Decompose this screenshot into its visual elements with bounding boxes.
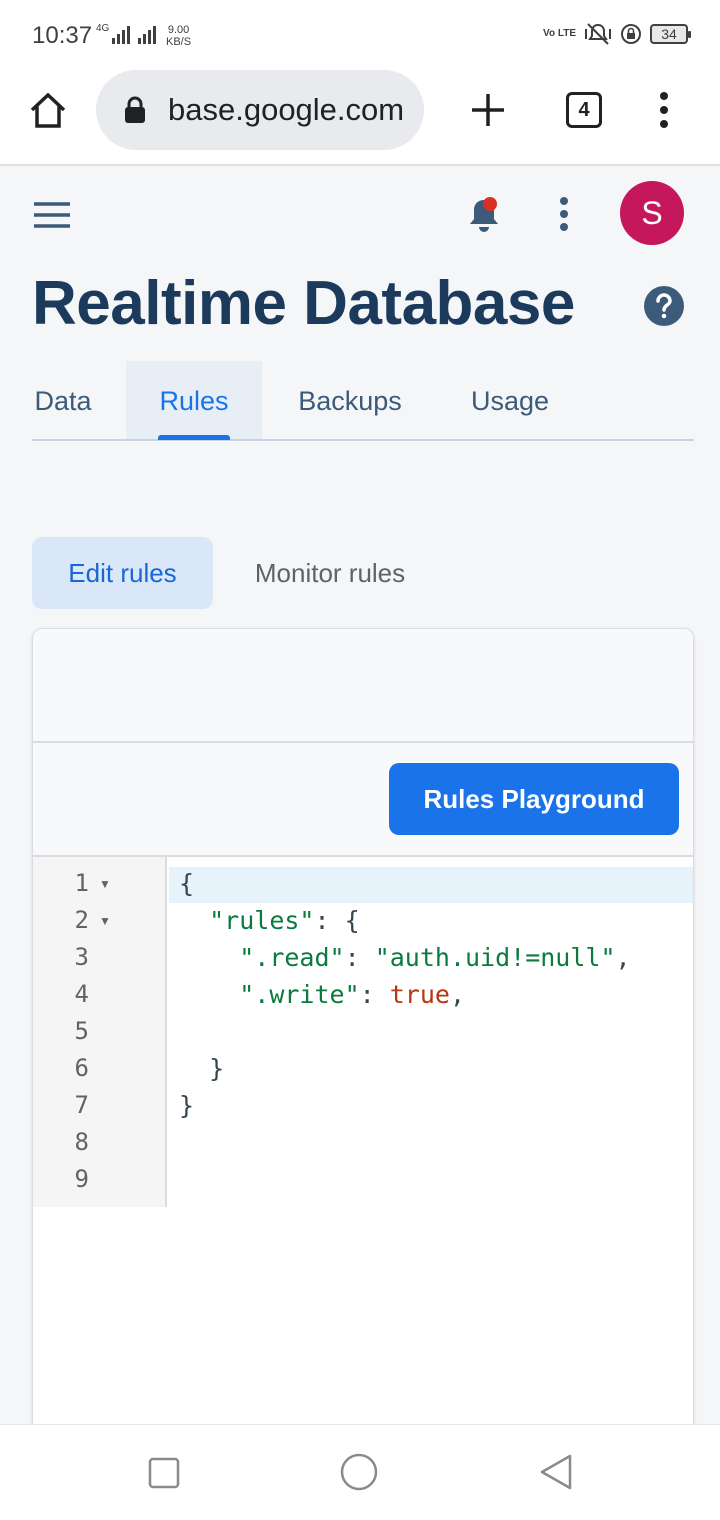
code-token: } [209, 1054, 225, 1083]
status-right: Vo LTE 34 [543, 22, 691, 46]
editor-toolbar: Rules Playground [33, 743, 693, 857]
code-editor[interactable]: { "rules": { ".read": "auth.uid!=null", … [169, 857, 693, 1207]
network-type: 4G [96, 23, 110, 34]
status-time: 10:37 [32, 22, 93, 49]
nav-home-icon[interactable] [340, 1453, 378, 1491]
database-tabs: Data Rules Backups Usage [32, 361, 694, 441]
battery-icon: 34 [650, 24, 691, 44]
recent-apps-icon[interactable] [148, 1457, 180, 1489]
tab-data[interactable]: Data [32, 361, 94, 439]
line-number: 3 [74, 943, 89, 971]
line-number: 7 [74, 1091, 89, 1119]
line-number: 9 [74, 1165, 89, 1193]
tab-backups[interactable]: Backups [294, 361, 406, 439]
code-token: , [615, 943, 631, 972]
code-token: true [389, 980, 450, 1009]
active-tab-indicator [158, 435, 230, 440]
line-number: 6 [74, 1054, 89, 1082]
code-token: "rules" [209, 906, 315, 935]
rules-playground-button[interactable]: Rules Playground [389, 763, 679, 835]
android-nav-bar [0, 1424, 720, 1520]
fold-arrow-icon[interactable]: ▼ [99, 877, 111, 891]
hamburger-menu-icon[interactable] [34, 202, 70, 228]
rules-editor-card: Rules Playground 1 ▼ 2 ▼ 3 4 5 6 7 8 9 {… [32, 628, 694, 1468]
new-tab-icon[interactable] [468, 90, 508, 130]
code-line-2: "rules": { [179, 906, 360, 935]
back-icon[interactable] [536, 1453, 574, 1491]
code-token: ".read" [239, 943, 345, 972]
code-line-1: { [179, 869, 194, 898]
code-token: ".write" [239, 980, 360, 1009]
code-token: : { [314, 906, 360, 935]
code-line-7: } [179, 1091, 194, 1120]
help-icon[interactable] [644, 286, 684, 326]
tab-switcher-button[interactable]: 4 [566, 92, 602, 128]
notifications-bell-icon[interactable] [466, 196, 502, 234]
speed-value: 9.00 [167, 24, 190, 36]
network-speed: 9.00 KB/S [166, 24, 191, 48]
signal-icon-2 [138, 26, 156, 44]
line-number: 1 [74, 869, 89, 897]
volte-icon: Vo LTE [543, 28, 576, 39]
browser-menu-icon[interactable] [650, 90, 678, 130]
url-text: base.google.com [168, 92, 405, 127]
fold-arrow-icon[interactable]: ▼ [99, 914, 111, 928]
home-icon[interactable] [28, 90, 68, 130]
code-token: } [179, 1091, 195, 1120]
more-options-icon[interactable] [552, 196, 576, 232]
browser-toolbar: base.google.com 4 [0, 70, 720, 166]
code-token: { [179, 869, 195, 898]
code-line-3: ".read": "auth.uid!=null", [179, 943, 631, 972]
tab-usage[interactable]: Usage [468, 361, 552, 439]
code-token: , [449, 980, 466, 1009]
code-line-4: ".write": true, [179, 980, 465, 1009]
console-header: S [0, 168, 720, 258]
edit-rules-tab[interactable]: Edit rules [32, 537, 213, 609]
code-token: : [359, 980, 390, 1009]
page-title: Realtime Database [32, 269, 575, 338]
code-line-6: } [179, 1054, 224, 1083]
line-number: 4 [74, 980, 89, 1008]
vibrate-icon [585, 23, 611, 45]
address-bar[interactable]: base.google.com [96, 70, 424, 150]
tab-rules[interactable]: Rules [126, 361, 262, 439]
code-token: : [344, 943, 375, 972]
card-header-area [33, 629, 693, 743]
active-line-highlight [169, 867, 693, 903]
code-token: "auth.uid!=null" [374, 943, 616, 972]
signal-icon [112, 26, 130, 44]
monitor-rules-tab[interactable]: Monitor rules [230, 537, 430, 609]
user-avatar[interactable]: S [620, 181, 684, 245]
line-number: 2 [74, 906, 89, 934]
lock-icon [125, 96, 145, 123]
status-bar: 10:37 4G 9.00 KB/S Vo LTE 34 [0, 0, 720, 70]
speed-unit: KB/S [166, 36, 192, 48]
line-number: 8 [74, 1128, 89, 1156]
notification-dot-icon [483, 197, 497, 211]
lock-rotation-icon [621, 24, 641, 44]
line-number-gutter: 1 ▼ 2 ▼ 3 4 5 6 7 8 9 [33, 857, 167, 1207]
line-number: 5 [74, 1017, 89, 1045]
